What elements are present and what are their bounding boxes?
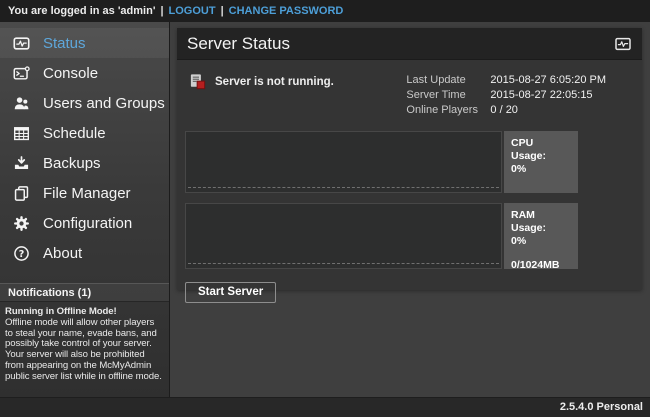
info-label: Last Update (406, 73, 490, 88)
info-label: Server Time (406, 88, 490, 103)
ram-usage-label-box: RAM Usage: 0% 0/1024MB (504, 203, 578, 269)
cpu-usage-chart (185, 131, 502, 193)
notifications-header: Notifications (1) (0, 283, 169, 302)
svg-text:?: ? (19, 249, 25, 260)
sidebar-item-label: Users and Groups (43, 95, 165, 112)
topbar: You are logged in as 'admin' | LOGOUT | CHAN… (0, 0, 650, 22)
question-icon: ? (13, 245, 30, 262)
cpu-usage-label: CPU Usage: (511, 137, 571, 163)
page-title: Server Status (187, 34, 290, 54)
sidebar-item-label: About (43, 245, 82, 262)
notification-text: Offline mode will allow other players to… (5, 318, 164, 383)
chart-zero-line (188, 263, 499, 264)
sidebar-item-label: File Manager (43, 185, 131, 202)
ram-usage-label: RAM Usage: (511, 209, 571, 235)
info-row-online-players: Online Players 0 / 20 (406, 103, 606, 118)
info-row-server-time: Server Time 2015-08-27 22:05:15 (406, 88, 606, 103)
sidebar-item-backups[interactable]: Backups (0, 148, 169, 178)
users-icon (13, 95, 30, 112)
separator: | (221, 5, 224, 17)
cpu-usage-value: 0% (511, 163, 571, 176)
version-text: 2.5.4.0 Personal (560, 401, 643, 413)
change-password-link[interactable]: CHANGE PASSWORD (229, 5, 344, 17)
sidebar-item-label: Schedule (43, 125, 106, 142)
ram-usage-chart (185, 203, 502, 269)
info-value: 2015-08-27 6:05:20 PM (490, 73, 606, 88)
status-icon (614, 36, 632, 52)
sidebar-item-about[interactable]: ? About (0, 238, 169, 268)
info-row-last-update: Last Update 2015-08-27 6:05:20 PM (406, 73, 606, 88)
ram-usage-detail: 0/1024MB (511, 259, 571, 272)
info-label: Online Players (406, 103, 490, 118)
separator: | (160, 5, 163, 17)
sidebar-item-label: Configuration (43, 215, 132, 232)
chart-zero-line (188, 187, 499, 188)
cpu-usage-label-box: CPU Usage: 0% (504, 131, 578, 193)
main-content: Server Status Server is not running. (171, 22, 650, 397)
gear-icon (13, 215, 30, 232)
logged-in-text: You are logged in as 'admin' (8, 5, 155, 17)
sidebar-item-file-manager[interactable]: File Manager (0, 178, 169, 208)
sidebar-item-console[interactable]: Console (0, 58, 169, 88)
file-manager-icon (13, 185, 30, 202)
sidebar-item-status[interactable]: Status (0, 28, 169, 58)
start-server-button[interactable]: Start Server (185, 282, 276, 303)
status-row: Server is not running. Last Update 2015-… (185, 67, 634, 131)
sidebar: Status Console Users and Groups Schedule (0, 22, 170, 397)
server-stopped-icon (189, 73, 206, 90)
server-status-panel: Server Status Server is not running. (177, 28, 642, 290)
panel-body: Server is not running. Last Update 2015-… (177, 60, 642, 303)
ram-usage-row: RAM Usage: 0% 0/1024MB (185, 203, 578, 269)
cpu-usage-row: CPU Usage: 0% (185, 131, 578, 193)
sidebar-item-label: Status (43, 35, 86, 52)
info-value: 2015-08-27 22:05:15 (490, 88, 592, 103)
sidebar-item-label: Backups (43, 155, 101, 172)
logout-link[interactable]: LOGOUT (169, 5, 216, 17)
server-info-table: Last Update 2015-08-27 6:05:20 PM Server… (406, 73, 606, 118)
status-icon (13, 35, 30, 52)
info-value: 0 / 20 (490, 103, 518, 118)
sidebar-nav: Status Console Users and Groups Schedule (0, 22, 169, 268)
sidebar-item-users-and-groups[interactable]: Users and Groups (0, 88, 169, 118)
server-status-message: Server is not running. (215, 76, 334, 88)
schedule-icon (13, 125, 30, 142)
console-icon (13, 65, 30, 82)
sidebar-item-configuration[interactable]: Configuration (0, 208, 169, 238)
footer: 2.5.4.0 Personal (0, 397, 650, 417)
ram-usage-value: 0% (511, 235, 571, 248)
sidebar-item-schedule[interactable]: Schedule (0, 118, 169, 148)
backups-icon (13, 155, 30, 172)
notification-item: Running in Offline Mode! Offline mode wi… (0, 302, 169, 383)
server-state: Server is not running. (189, 73, 334, 90)
panel-header: Server Status (177, 28, 642, 60)
sidebar-item-label: Console (43, 65, 98, 82)
mcmyadmin-window: You are logged in as 'admin' | LOGOUT | CHAN… (0, 0, 650, 417)
